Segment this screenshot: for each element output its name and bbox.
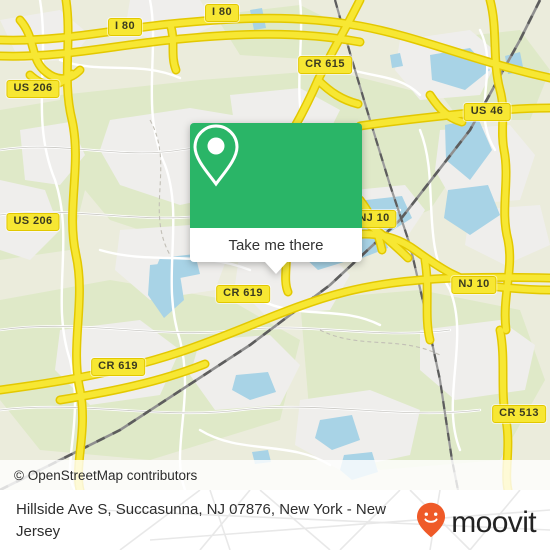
- map-canvas[interactable]: I 80 I 80 CR 615 US 206 US 46 NJ 10 US 2…: [0, 0, 550, 490]
- moovit-wordmark: moovit: [451, 505, 536, 539]
- road-shield: US 206: [6, 80, 60, 98]
- road-shield: CR 513: [492, 405, 546, 423]
- road-shield: US 206: [6, 213, 60, 231]
- map-screenshot: I 80 I 80 CR 615 US 206 US 46 NJ 10 US 2…: [0, 0, 550, 550]
- road-shield: I 80: [108, 18, 142, 36]
- moovit-logo[interactable]: moovit: [416, 502, 537, 543]
- road-shield: CR 619: [216, 285, 270, 303]
- popup-pointer-tail: [265, 262, 287, 274]
- take-me-there-label: Take me there: [228, 236, 324, 254]
- destination-popup-card[interactable]: Take me there: [190, 123, 362, 274]
- road-shield: CR 619: [91, 358, 145, 376]
- road-shield: I 80: [205, 4, 239, 22]
- location-address: Hillside Ave S, Succasunna, NJ 07876, Ne…: [16, 501, 386, 540]
- road-shield: US 46: [463, 103, 511, 121]
- road-shield: CR 615: [298, 56, 352, 74]
- popup-icon-panel: [190, 123, 362, 228]
- osm-attribution-text[interactable]: © OpenStreetMap contributors: [14, 468, 197, 483]
- take-me-there-button[interactable]: Take me there: [190, 228, 362, 262]
- map-attribution-bar: © OpenStreetMap contributors: [0, 460, 550, 490]
- moovit-pin-smiley-icon: [416, 502, 446, 543]
- footer-bar: Hillside Ave S, Succasunna, NJ 07876, Ne…: [0, 490, 550, 550]
- road-shield: NJ 10: [451, 276, 497, 294]
